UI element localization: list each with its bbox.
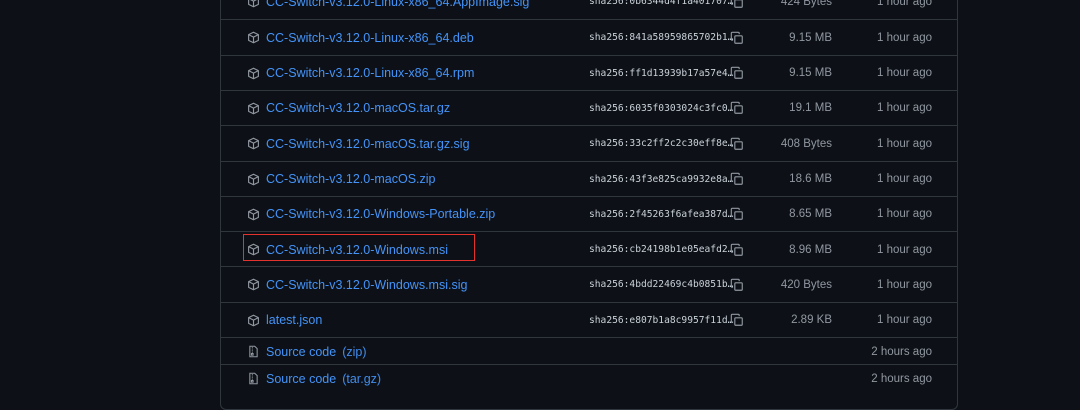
- asset-size: 408 Bytes: [780, 137, 832, 150]
- package-icon: [247, 173, 260, 186]
- asset-link[interactable]: CC-Switch-v3.12.0-macOS.tar.gz: [247, 91, 450, 126]
- asset-row: CC-Switch-v3.12.0-macOS.tar.gz.sig sha256…: [221, 125, 957, 161]
- asset-link[interactable]: CC-Switch-v3.12.0-Windows.msi.sig: [247, 267, 467, 302]
- asset-row: CC-Switch-v3.12.0-macOS.zip sha256:43f3e8…: [221, 160, 957, 197]
- package-icon: [247, 31, 260, 44]
- asset-time: 1 hour ago: [877, 137, 932, 150]
- asset-size: 9.15 MB: [789, 31, 832, 44]
- asset-link[interactable]: CC-Switch-v3.12.0-Windows-Portable.zip: [247, 197, 495, 232]
- copy-icon[interactable]: [730, 0, 744, 9]
- asset-sha256: sha256:43f3e825ca9932e8a…: [589, 173, 734, 185]
- asset-row: latest.json sha256:e807b1a8c9957f11d… 2.89…: [221, 301, 957, 338]
- source-code-row: Source code (tar.gz) 2 hours ago: [221, 364, 957, 392]
- asset-link[interactable]: CC-Switch-v3.12.0-Linux-x86_64.rpm: [247, 56, 474, 91]
- asset-time: 1 hour ago: [877, 173, 932, 185]
- copy-icon[interactable]: [730, 172, 744, 186]
- release-assets-list: CC-Switch-v3.12.0-Linux-x86_64.AppImage.…: [220, 0, 958, 410]
- asset-row: CC-Switch-v3.12.0-macOS.tar.gz sha256:603…: [221, 89, 957, 126]
- asset-link[interactable]: CC-Switch-v3.12.0-macOS.tar.gz.sig: [247, 126, 470, 161]
- source-code-link[interactable]: Source code (tar.gz): [247, 365, 381, 392]
- asset-name[interactable]: CC-Switch-v3.12.0-Linux-x86_64.AppImage.…: [266, 0, 529, 9]
- asset-size: 18.6 MB: [789, 173, 832, 185]
- asset-link[interactable]: CC-Switch-v3.12.0-Linux-x86_64.deb: [247, 20, 474, 55]
- asset-size: 19.1 MB: [789, 102, 832, 115]
- asset-name[interactable]: CC-Switch-v3.12.0-Windows-Portable.zip: [266, 207, 495, 221]
- asset-time: 1 hour ago: [877, 102, 932, 115]
- asset-time: 1 hour ago: [877, 31, 932, 44]
- asset-time: 1 hour ago: [877, 67, 932, 80]
- package-icon: [247, 67, 260, 80]
- asset-name[interactable]: CC-Switch-v3.12.0-macOS.tar.gz: [266, 101, 450, 115]
- asset-sha256: sha256:33c2ff2c2c30eff8e…: [589, 138, 734, 150]
- asset-size: 2.89 KB: [791, 314, 832, 327]
- source-code-time: 2 hours ago: [871, 372, 932, 385]
- asset-size: 9.15 MB: [789, 67, 832, 80]
- package-icon: [247, 278, 260, 291]
- source-code-time: 2 hours ago: [871, 345, 932, 358]
- asset-name[interactable]: CC-Switch-v3.12.0-Windows.msi.sig: [266, 278, 467, 292]
- asset-time: 1 hour ago: [877, 243, 932, 256]
- asset-size: 8.96 MB: [789, 243, 832, 256]
- asset-row: CC-Switch-v3.12.0-Windows.msi sha256:cb24…: [221, 231, 957, 267]
- asset-size: 420 Bytes: [780, 278, 832, 291]
- asset-time: 1 hour ago: [877, 208, 932, 221]
- asset-time: 1 hour ago: [877, 278, 932, 291]
- copy-icon[interactable]: [730, 207, 744, 221]
- asset-name[interactable]: CC-Switch-v3.12.0-Linux-x86_64.deb: [266, 31, 474, 45]
- asset-link[interactable]: latest.json: [247, 303, 322, 338]
- copy-icon[interactable]: [730, 101, 744, 115]
- copy-icon[interactable]: [730, 313, 744, 327]
- asset-sha256: sha256:cb24198b1e05eafd2…: [589, 244, 734, 256]
- source-code-label[interactable]: Source code: [266, 372, 336, 386]
- asset-name[interactable]: latest.json: [266, 313, 322, 327]
- asset-sha256: sha256:841a58959865702b1…: [589, 32, 734, 44]
- copy-icon[interactable]: [730, 278, 744, 292]
- asset-row: CC-Switch-v3.12.0-Linux-x86_64.AppImage.…: [221, 0, 957, 19]
- asset-name[interactable]: CC-Switch-v3.12.0-macOS.tar.gz.sig: [266, 137, 470, 151]
- copy-icon[interactable]: [730, 137, 744, 151]
- asset-size: 8.65 MB: [789, 208, 832, 221]
- package-icon: [247, 0, 260, 8]
- source-code-row: Source code (zip) 2 hours ago: [221, 337, 957, 365]
- source-code-format[interactable]: (tar.gz): [342, 372, 381, 386]
- asset-row: CC-Switch-v3.12.0-Linux-x86_64.rpm sha256…: [221, 54, 957, 91]
- copy-icon[interactable]: [730, 31, 744, 45]
- copy-icon[interactable]: [730, 243, 744, 257]
- file-zip-icon: [247, 345, 260, 358]
- asset-row: CC-Switch-v3.12.0-Windows-Portable.zip sh…: [221, 195, 957, 232]
- asset-sha256: sha256:0b6344d4f1a401707…: [589, 0, 734, 7]
- asset-name[interactable]: CC-Switch-v3.12.0-Windows.msi: [266, 243, 448, 257]
- asset-link[interactable]: CC-Switch-v3.12.0-macOS.zip: [247, 162, 436, 197]
- asset-sha256: sha256:e807b1a8c9957f11d…: [589, 314, 734, 326]
- asset-row: CC-Switch-v3.12.0-Windows.msi.sig sha256:…: [221, 266, 957, 302]
- asset-name[interactable]: CC-Switch-v3.12.0-macOS.zip: [266, 172, 436, 186]
- asset-sha256: sha256:6035f0303024c3fc0…: [589, 102, 734, 114]
- copy-icon[interactable]: [730, 66, 744, 80]
- asset-size: 424 Bytes: [780, 0, 832, 8]
- source-code-link[interactable]: Source code (zip): [247, 338, 367, 365]
- asset-name[interactable]: CC-Switch-v3.12.0-Linux-x86_64.rpm: [266, 66, 474, 80]
- asset-link[interactable]: CC-Switch-v3.12.0-Linux-x86_64.AppImage.…: [247, 0, 529, 19]
- package-icon: [247, 208, 260, 221]
- package-icon: [247, 137, 260, 150]
- asset-row: CC-Switch-v3.12.0-Linux-x86_64.deb sha256…: [221, 19, 957, 55]
- source-code-label[interactable]: Source code: [266, 345, 336, 359]
- package-icon: [247, 102, 260, 115]
- asset-time: 1 hour ago: [877, 0, 932, 8]
- asset-sha256: sha256:2f45263f6afea387d…: [589, 208, 734, 220]
- asset-sha256: sha256:4bdd22469c4b0851b…: [589, 279, 734, 291]
- source-code-format[interactable]: (zip): [342, 345, 366, 359]
- package-icon: [247, 243, 260, 256]
- asset-time: 1 hour ago: [877, 314, 932, 327]
- asset-link[interactable]: CC-Switch-v3.12.0-Windows.msi: [247, 232, 448, 267]
- file-zip-icon: [247, 372, 260, 385]
- asset-sha256: sha256:ff1d13939b17a57e4…: [589, 67, 734, 79]
- package-icon: [247, 314, 260, 327]
